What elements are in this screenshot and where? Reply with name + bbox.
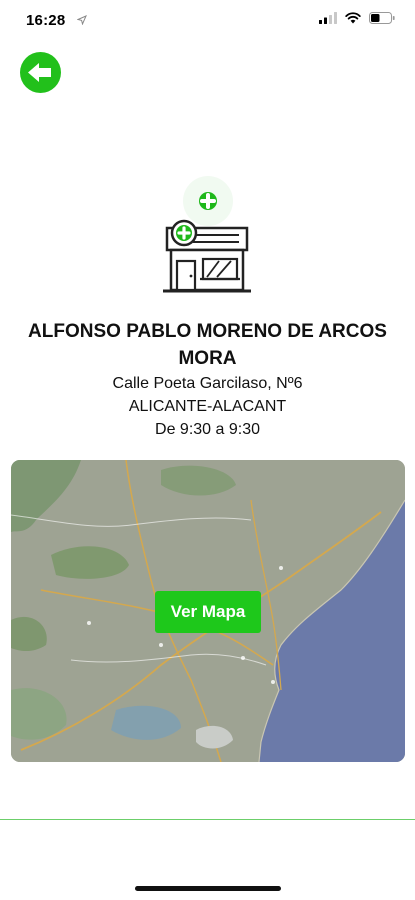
pharmacy-name-line2: MORA bbox=[178, 348, 237, 369]
pharmacy-name: ALFONSO PABLO MORENO DE ARCOS MORA bbox=[0, 318, 415, 372]
pharmacy-city: ALICANTE-ALACANT bbox=[128, 398, 287, 415]
home-indicator[interactable] bbox=[135, 886, 281, 891]
signal-icon bbox=[319, 12, 337, 24]
status-indicators bbox=[319, 12, 395, 24]
pharmacy-hours: De 9:30 a 9:30 bbox=[155, 421, 260, 438]
pharmacy-address: Calle Poeta Garcilaso, Nº6 bbox=[112, 375, 303, 392]
pharmacy-store-icon bbox=[163, 176, 251, 293]
battery-icon bbox=[369, 12, 395, 24]
status-time: 16:28 bbox=[26, 12, 66, 29]
divider bbox=[0, 819, 415, 820]
back-button[interactable] bbox=[20, 52, 61, 93]
view-map-button[interactable]: Ver Mapa bbox=[155, 591, 261, 633]
wifi-icon bbox=[345, 12, 361, 24]
status-bar: 16:28 bbox=[0, 0, 415, 44]
pharmacy-name-line1: ALFONSO PABLO MORENO DE ARCOS bbox=[28, 321, 387, 342]
arrow-left-icon bbox=[28, 63, 51, 82]
location-arrow-icon bbox=[77, 15, 87, 25]
